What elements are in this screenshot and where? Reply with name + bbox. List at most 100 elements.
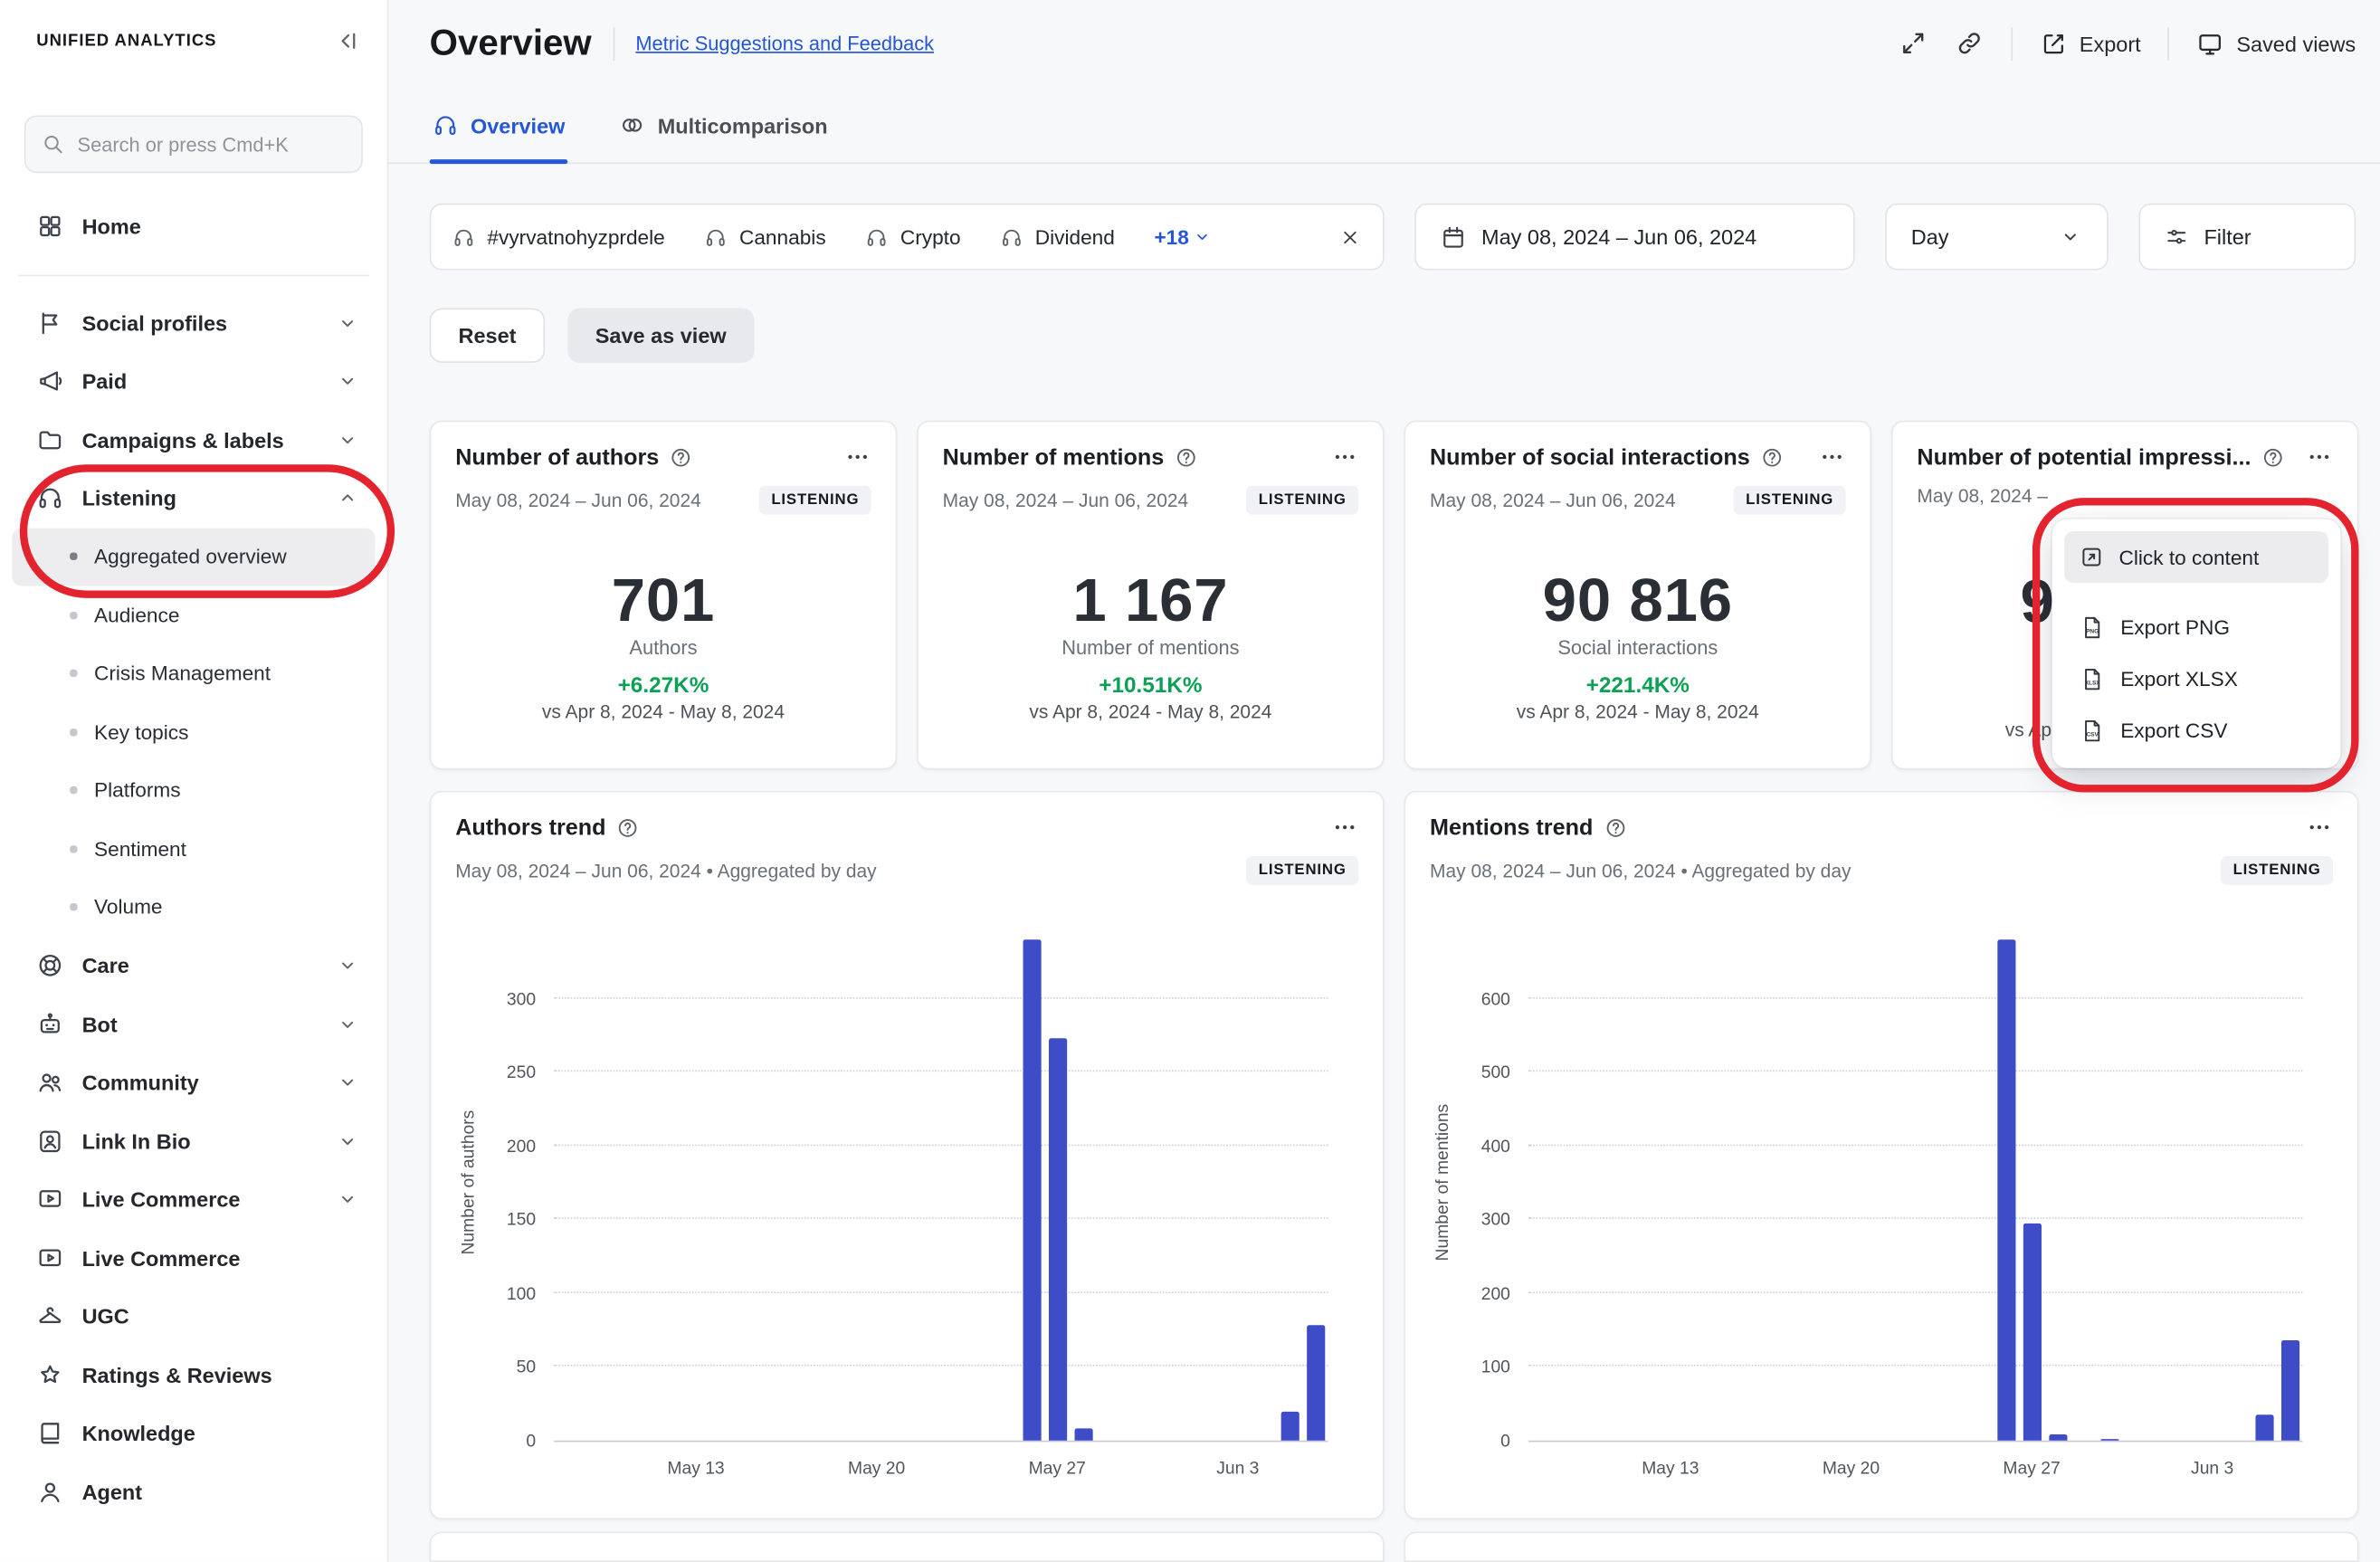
tabbar: Overview Multicomparison [388,87,2380,164]
sidebar-item-agent[interactable]: Agent [12,1462,375,1521]
sidebar-item-label: Bot [82,1012,318,1036]
granularity-value: Day [1911,224,1949,249]
y-tick-label: 600 [1443,987,1510,1012]
filters-row: #vyrvatnohyzprdele Cannabis Crypto Dividend… [430,204,2359,271]
sidebar-item-paid[interactable]: Paid [12,352,375,411]
chart-subtitle: May 08, 2024 – Jun 06, 2024 • Aggregated… [455,860,876,881]
bar [1306,1326,1324,1441]
clear-queries-button[interactable] [1338,225,1361,248]
sidebar-item-link-in-bio[interactable]: Link In Bio [12,1112,375,1171]
bar [2023,1223,2041,1440]
sidebar-item-ugc[interactable]: UGC [12,1287,375,1346]
sidebar-item-home[interactable]: Home [12,197,375,256]
sidebar-item-live-commerce[interactable]: Live Commerce [12,1229,375,1288]
reset-button[interactable]: Reset [430,308,546,362]
sidebar-subitem-label: Aggregated overview [94,546,287,568]
sidebar-subitem-sentiment[interactable]: Sentiment [12,820,375,879]
x-tick-label: Jun 3 [1185,1457,1290,1481]
x-tick-label: May 27 [1004,1457,1110,1481]
query-pill-cannabis[interactable]: Cannabis [704,225,825,248]
sidebar-item-community[interactable]: Community [12,1053,375,1112]
query-pill-crypto[interactable]: Crypto [865,225,960,248]
granularity-select[interactable]: Day [1885,204,2109,271]
menu-item-export-csv[interactable]: CSV Export CSV [2064,704,2328,756]
sidebar-item-listening[interactable]: Listening [12,469,375,528]
sidebar-subitem-aggregated-overview[interactable]: Aggregated overview [12,528,375,586]
chart-menu-button[interactable] [2306,814,2333,841]
saved-views-button[interactable]: Saved views [2197,30,2356,57]
sidebar-item-knowledge[interactable]: Knowledge [12,1405,375,1463]
divider [2168,27,2170,61]
help-icon[interactable] [616,816,639,839]
y-axis-title: Number of mentions [1434,1076,1452,1289]
sidebar-item-label: Listening [82,486,318,510]
sidebar-subitem-crisis-management[interactable]: Crisis Management [12,644,375,703]
sidebar-item-bot[interactable]: Bot [12,995,375,1053]
query-pill-dividend[interactable]: Dividend [1000,225,1115,248]
sidebar-item-label: Social profiles [82,310,318,335]
export-label: Export [2080,32,2141,56]
linkbio-icon [36,1128,63,1155]
close-icon [1338,225,1361,248]
collapse-icon [332,27,359,54]
sidebar-item-live-commerce[interactable]: Live Commerce [12,1170,375,1229]
help-icon[interactable] [1604,816,1626,839]
query-pill-label: Dividend [1035,225,1115,248]
copy-link-button[interactable] [1955,29,1984,58]
menu-item-export-png[interactable]: PNGExport PNG [2064,601,2328,652]
chart-menu-button[interactable] [1331,814,1358,841]
fullscreen-button[interactable] [1899,29,1928,58]
sidebar-item-label: Agent [82,1480,360,1504]
card-menu-button[interactable] [844,443,871,471]
gridline [1528,1218,2302,1220]
svg-text:CSV: CSV [2086,731,2099,738]
sidebar-item-label: Community [82,1071,318,1095]
card-menu-button[interactable] [1818,443,1845,471]
app-root: UNIFIED ANALYTICS HomeSocial profilesPai… [0,0,2380,1562]
card-value: 1 167 [943,567,1359,636]
gridline [554,996,1328,998]
plot-area: 050100150200250300May 13May 20May 27Jun … [554,926,1328,1442]
x-tick-label: May 20 [1798,1457,1904,1481]
save-as-view-button[interactable]: Save as view [568,308,754,362]
help-icon[interactable] [1175,445,1197,468]
sidebar-subitem-audience[interactable]: Audience [12,586,375,644]
sidebar-item-care[interactable]: Care [12,937,375,995]
sidebar-item-ratings-reviews[interactable]: Ratings & Reviews [12,1346,375,1405]
help-icon[interactable] [670,445,692,468]
bar [1996,939,2014,1441]
query-pill-vyrvatnohyzprdele[interactable]: #vyrvatnohyzprdele [452,225,665,248]
sidebar-item-campaigns-labels[interactable]: Campaigns & labels [12,411,375,470]
help-icon[interactable] [1760,445,1783,468]
sidebar-item-social-profiles[interactable]: Social profiles [12,294,375,353]
card-context-menu: Click to content PNGExport PNGXLSXExport … [2052,519,2341,768]
chevron-down-icon [336,1071,360,1095]
headphones-icon [452,225,475,248]
community-icon [36,1069,63,1096]
menu-item-label: Export CSV [2120,719,2227,741]
menu-item-click-to-content[interactable]: Click to content [2064,531,2328,583]
tab-multicomparison[interactable]: Multicomparison [616,112,831,162]
metric-suggestions-link[interactable]: Metric Suggestions and Feedback [635,33,934,55]
sidebar-subitem-platforms[interactable]: Platforms [12,761,375,820]
sidebar-subitem-key-topics[interactable]: Key topics [12,703,375,762]
card-comparison: vs Apr 8, 2024 - May 8, 2024 [943,701,1359,722]
listening-queries-filter[interactable]: #vyrvatnohyzprdele Cannabis Crypto Dividend… [430,204,1385,271]
export-button[interactable]: Export [2040,30,2140,57]
sidebar-subitem-volume[interactable]: Volume [12,878,375,937]
y-tick-label: 100 [469,1282,536,1307]
search-input[interactable] [78,133,347,156]
date-range-picker[interactable]: May 08, 2024 – Jun 06, 2024 [1414,204,1854,271]
tab-overview[interactable]: Overview [430,112,568,162]
menu-item-export-xlsx[interactable]: XLSXExport XLSX [2064,652,2328,704]
filter-button[interactable]: Filter [2138,204,2356,271]
headphones-icon [36,484,63,511]
help-icon[interactable] [2261,445,2284,468]
sidebar-collapse-button[interactable] [332,27,359,54]
card-menu-button[interactable] [1331,443,1358,471]
card-menu-button[interactable] [2306,443,2333,471]
more-queries-button[interactable]: +18 [1154,225,1213,248]
folder-icon [36,426,63,453]
bullet-icon [70,845,77,852]
search-box[interactable] [24,115,363,173]
